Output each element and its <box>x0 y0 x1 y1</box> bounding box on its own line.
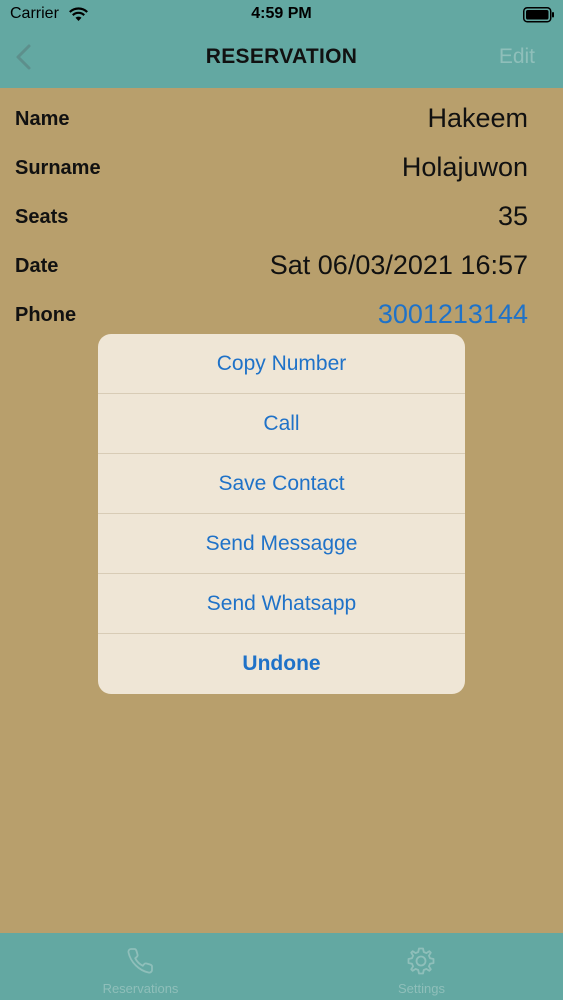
save-contact-button[interactable]: Save Contact <box>98 454 465 514</box>
header: Carrier 4:59 PM RESERVATION Edit <box>0 0 563 88</box>
status-bar: Carrier 4:59 PM <box>0 0 563 30</box>
tab-settings[interactable]: Settings <box>281 933 562 1000</box>
name-label: Name <box>15 108 70 130</box>
tab-settings-label: Settings <box>398 981 445 996</box>
tab-bar: Reservations Settings <box>0 933 563 1000</box>
send-message-button[interactable]: Send Messagge <box>98 514 465 574</box>
reservation-screen: Carrier 4:59 PM RESERVATION Edit Name Ha… <box>0 0 563 1000</box>
edit-button[interactable]: Edit <box>499 45 535 69</box>
detail-row-seats: Seats 35 <box>15 198 528 238</box>
tab-reservations-label: Reservations <box>102 981 179 996</box>
seats-label: Seats <box>15 206 69 228</box>
detail-row-date: Date Sat 06/03/2021 16:57 <box>15 247 528 287</box>
date-value: Sat 06/03/2021 16:57 <box>269 250 528 280</box>
copy-number-button[interactable]: Copy Number <box>98 334 465 394</box>
detail-row-phone: Phone 3001213144 <box>15 296 528 336</box>
battery-icon <box>523 7 554 23</box>
seats-value: 35 <box>497 201 528 231</box>
clock: 4:59 PM <box>251 5 312 22</box>
navigation-bar: RESERVATION Edit <box>0 30 563 88</box>
phone-label: Phone <box>15 304 77 326</box>
undone-button[interactable]: Undone <box>98 634 465 694</box>
detail-row-surname: Surname Holajuwon <box>15 149 528 189</box>
surname-value: Holajuwon <box>401 152 528 182</box>
name-value: Hakeem <box>427 103 528 133</box>
gear-icon <box>407 947 435 975</box>
surname-label: Surname <box>15 157 101 179</box>
date-label: Date <box>15 255 59 277</box>
send-whatsapp-button[interactable]: Send Whatsapp <box>98 574 465 634</box>
phone-number-link[interactable]: 3001213144 <box>378 299 528 330</box>
detail-row-name: Name Hakeem <box>15 100 528 140</box>
tab-reservations[interactable]: Reservations <box>0 933 281 1000</box>
page-title: RESERVATION <box>205 45 358 68</box>
phone-action-sheet: Copy Number Call Save Contact Send Messa… <box>98 334 465 694</box>
call-button[interactable]: Call <box>98 394 465 454</box>
phone-icon <box>127 948 153 974</box>
